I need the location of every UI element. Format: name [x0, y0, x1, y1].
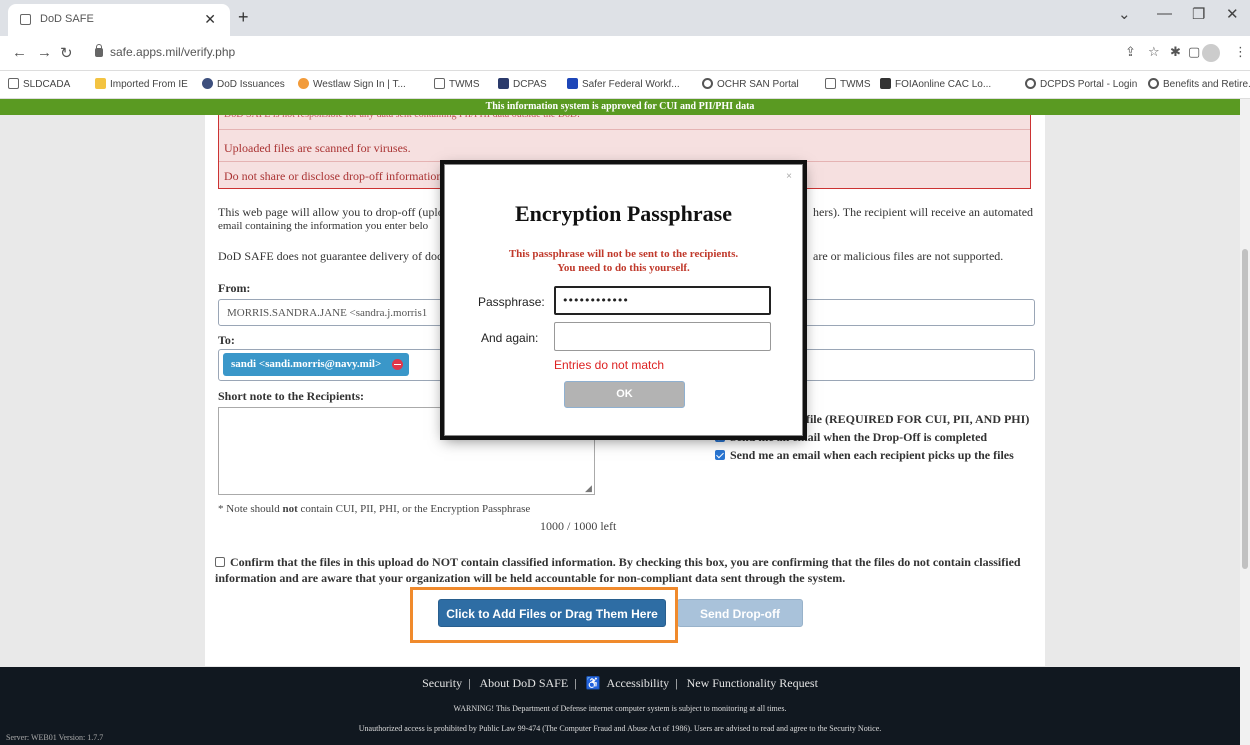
close-tab-icon[interactable]: ✕: [204, 11, 216, 28]
ok-button[interactable]: OK: [564, 381, 685, 408]
remove-recipient-icon[interactable]: [392, 359, 404, 370]
globe-icon: [1025, 78, 1036, 89]
extensions-icon[interactable]: ✱: [1170, 45, 1181, 60]
footer-warning: WARNING! This Department of Defense inte…: [453, 704, 787, 713]
page-icon: [20, 14, 31, 25]
from-value: MORRIS.SANDRA.JANE <sandra.j.morris1: [227, 307, 428, 319]
browser-tab[interactable]: DoD SAFE ✕: [8, 4, 230, 36]
new-functionality-link[interactable]: New Functionality Request: [687, 676, 818, 690]
bookmark-item[interactable]: Westlaw Sign In | T...: [298, 78, 406, 90]
page-icon: [825, 78, 836, 89]
classification-banner: This information system is approved for …: [0, 99, 1240, 115]
disclaimer-text-end: are or malicious files are not supported…: [813, 249, 1004, 263]
char-count: 1000 / 1000 left: [540, 519, 617, 533]
bookmark-item[interactable]: FOIAonline CAC Lo...: [880, 78, 991, 90]
bookmark-item[interactable]: TWMS: [825, 78, 871, 90]
westlaw-icon: [298, 78, 309, 89]
confirm-classified-option[interactable]: Confirm that the files in this upload do…: [215, 554, 1035, 586]
footer: Security | About DoD SAFE | ♿ Accessibility…: [0, 667, 1240, 745]
more-bookmarks-icon[interactable]: »: [1229, 78, 1235, 89]
recipient-chip[interactable]: sandi <sandi.morris@navy.mil>: [223, 353, 410, 376]
confirm-checkbox[interactable]: [215, 557, 225, 567]
star-icon: [498, 78, 509, 89]
again-label: And again:: [481, 331, 539, 345]
dialog-warning: This passphrase will not be sent to the …: [508, 248, 739, 274]
intro-text-end: hers). The recipient will receive an aut…: [813, 205, 1034, 219]
disclaimer-text: DoD SAFE does not guarantee delivery of …: [218, 249, 443, 263]
passphrase-label: Passphrase:: [478, 295, 545, 309]
menu-icon[interactable]: ⋮: [1234, 45, 1247, 60]
passphrase-input[interactable]: ••••••••••••: [554, 286, 771, 315]
tab-title: DoD SAFE: [40, 13, 94, 25]
globe-icon: [202, 78, 213, 89]
accessibility-icon: ♿: [585, 676, 601, 690]
intro-text: email containing the information you ent…: [218, 220, 429, 232]
bookmark-item[interactable]: TWMS: [434, 78, 480, 90]
from-label: From:: [218, 281, 251, 295]
note-label: Short note to the Recipients:: [218, 389, 364, 403]
minimize-button[interactable]: —: [1157, 5, 1172, 22]
new-tab-button[interactable]: +: [238, 7, 249, 28]
about-link[interactable]: About DoD SAFE: [479, 676, 568, 690]
divider: [219, 161, 1030, 162]
bookmark-item[interactable]: SLDCADA: [8, 78, 70, 90]
sidebar-icon[interactable]: ▢: [1188, 45, 1200, 60]
alert-line: Do not share or disclose drop-off inform…: [224, 169, 443, 183]
close-window-button[interactable]: ✕: [1226, 5, 1239, 23]
server-version: Server: WEB01 Version: 1.7.7: [6, 733, 104, 742]
page-scrollbar[interactable]: [1240, 99, 1250, 745]
url-field[interactable]: safe.apps.mil/verify.php: [110, 45, 235, 59]
maximize-button[interactable]: ❐: [1192, 5, 1205, 23]
bookmark-item[interactable]: Imported From IE: [95, 78, 188, 90]
send-dropoff-button[interactable]: Send Drop-off: [677, 599, 803, 627]
divider: [219, 129, 1030, 130]
tab-search-icon[interactable]: ⌄: [1118, 5, 1131, 23]
email-pickup-option[interactable]: Send me an email when each recipient pic…: [715, 448, 1014, 463]
share-icon[interactable]: ⇪: [1125, 45, 1136, 60]
close-dialog-icon[interactable]: ×: [786, 171, 792, 182]
footer-legal: Unauthorized access is prohibited by Pub…: [358, 724, 882, 733]
forward-icon[interactable]: →: [37, 44, 52, 61]
building-icon: [880, 78, 891, 89]
passphrase-value: ••••••••••••: [562, 294, 629, 307]
bookmark-item[interactable]: DCPDS Portal - Login: [1025, 78, 1137, 90]
resize-grip-icon[interactable]: ◢: [585, 483, 592, 494]
email-pickup-checkbox[interactable]: [715, 450, 725, 460]
intro-text: This web page will allow you to drop-off…: [218, 205, 444, 219]
alert-line: Uploaded files are scanned for viruses.: [224, 141, 411, 155]
bookmark-item[interactable]: OCHR SAN Portal: [702, 78, 799, 90]
bookmark-item[interactable]: Safer Federal Workf...: [567, 78, 680, 90]
flag-icon: [567, 78, 578, 89]
accessibility-link[interactable]: Accessibility: [607, 676, 670, 690]
highlight-box: [410, 587, 678, 643]
note-hint: * Note should not contain CUI, PII, PHI,…: [218, 503, 531, 515]
security-link[interactable]: Security: [422, 676, 462, 690]
bookmark-star-icon[interactable]: ☆: [1148, 45, 1160, 60]
to-label: To:: [218, 333, 235, 347]
dialog-title: Encryption Passphrase: [515, 201, 732, 226]
bookmarks-bar: SLDCADA Imported From IE DoD Issuances W…: [0, 71, 1250, 99]
lock-icon[interactable]: [95, 44, 103, 57]
page-icon: [8, 78, 19, 89]
footer-links: Security | About DoD SAFE | ♿ Accessibility…: [422, 676, 818, 690]
browser-tab-bar: DoD SAFE ✕ + ⌄ — ❐ ✕: [0, 0, 1250, 36]
globe-icon: [702, 78, 713, 89]
bookmark-item[interactable]: DoD Issuances: [202, 78, 285, 90]
bookmark-item[interactable]: DCPAS: [498, 78, 547, 90]
globe-icon: [1148, 78, 1159, 89]
mismatch-error: Entries do not match: [554, 358, 665, 372]
reload-icon[interactable]: ↻: [60, 44, 73, 62]
folder-icon: [95, 78, 106, 89]
passphrase-dialog: × Encryption Passphrase This passphrase …: [444, 164, 803, 436]
profile-avatar[interactable]: [1202, 44, 1220, 62]
passphrase-confirm-input[interactable]: [554, 322, 771, 351]
page-icon: [434, 78, 445, 89]
address-bar-row: ← → ↻ safe.apps.mil/verify.php ⇪ ☆ ✱ ▢ ⋮: [0, 36, 1250, 71]
back-icon[interactable]: ←: [12, 44, 27, 61]
scrollbar-thumb[interactable]: [1242, 249, 1248, 569]
